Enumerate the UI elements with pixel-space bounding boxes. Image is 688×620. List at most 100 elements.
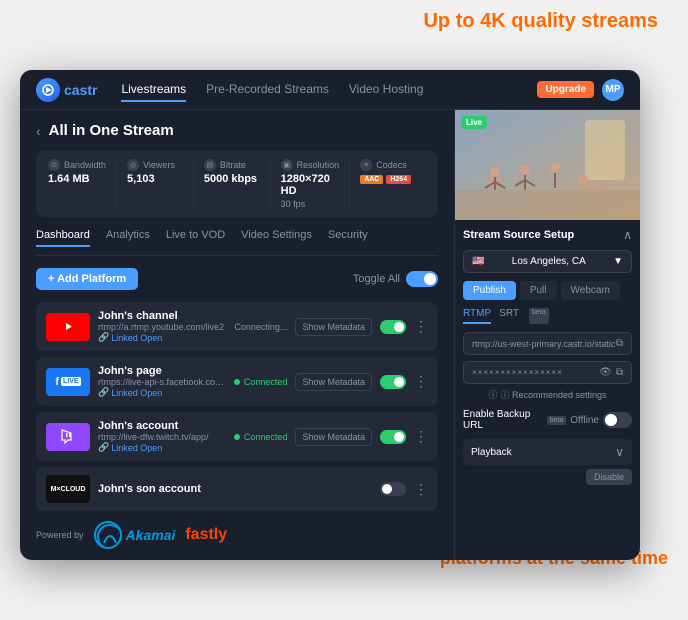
stat-bitrate-label: ▤ Bitrate — [204, 159, 260, 171]
flag-icon: 🇺🇸 — [472, 256, 484, 267]
stat-bandwidth: ⊙ Bandwidth 1.64 MB — [48, 159, 117, 209]
akamai-logo: Akamai — [94, 521, 176, 549]
powered-by: Powered by Akamai fastly — [36, 517, 438, 553]
setup-title: Stream Source Setup — [463, 229, 574, 241]
tab-analytics[interactable]: Analytics — [106, 229, 150, 247]
protocol-tab-rtmp[interactable]: RTMP — [463, 308, 491, 324]
stream-setup: Stream Source Setup ∧ 🇺🇸 Los Angeles, CA… — [455, 220, 640, 560]
facebook-status-dot — [234, 379, 240, 385]
facebook-toggle[interactable] — [380, 375, 406, 389]
streaming-key-text: ×××××××××××××××× — [472, 368, 563, 377]
toggle-all-switch[interactable] — [406, 271, 438, 287]
twitch-show-metadata-button[interactable]: Show Metadata — [295, 428, 372, 446]
facebook-show-metadata-button[interactable]: Show Metadata — [295, 373, 372, 391]
left-panel: ‹ All in One Stream ⊙ Bandwidth 1.64 MB … — [20, 110, 455, 560]
stat-resolution: ▣ Resolution 1280×720 HD 30 fps — [271, 159, 351, 209]
upgrade-button[interactable]: Upgrade — [537, 81, 594, 98]
twitch-link[interactable]: 🔗Linked Open — [98, 442, 226, 453]
rtmp-url-field[interactable]: rtmp://us-west-primary.castr.io/static ⧉ — [463, 332, 632, 355]
avatar[interactable]: MP — [602, 79, 624, 101]
youtube-toggle[interactable] — [380, 320, 406, 334]
page-header: ‹ All in One Stream — [36, 122, 438, 139]
tab-video-settings[interactable]: Video Settings — [241, 229, 312, 247]
youtube-more-button[interactable]: ⋮ — [414, 318, 428, 335]
copy-icon[interactable]: ⧉ — [616, 338, 623, 349]
tab-dashboard[interactable]: Dashboard — [36, 229, 90, 247]
recommended-settings[interactable]: ⓘ ⓘ Recommended settings — [463, 388, 632, 401]
backup-url-toggle[interactable] — [603, 412, 632, 428]
stat-resolution-label: ▣ Resolution — [281, 159, 340, 171]
mixcloud-toggle[interactable] — [380, 482, 406, 496]
backup-beta-badge: beta — [547, 416, 567, 425]
toggle-all: Toggle All — [353, 271, 438, 287]
twitch-toggle[interactable] — [380, 430, 406, 444]
badge-h264: H264 — [386, 175, 411, 184]
right-panel: Live — [455, 110, 640, 560]
twitch-info: John's account rtmp://live-dfw.twitch.tv… — [98, 420, 226, 453]
nav-prerecorded[interactable]: Pre-Recorded Streams — [206, 78, 329, 102]
disable-button[interactable]: Disable — [586, 469, 632, 485]
toggle-all-label: Toggle All — [353, 273, 400, 285]
tabs-row: Dashboard Analytics Live to VOD Video Se… — [36, 229, 438, 256]
protocol-tabs: RTMP SRT beta — [463, 308, 632, 324]
facebook-url: rtmps://live-api-s.facebook.com:443/rtmp — [98, 377, 226, 387]
streaming-key-field[interactable]: ×××××××××××××××× 👁 ⧉ — [463, 361, 632, 384]
source-tab-webcam[interactable]: Webcam — [561, 281, 620, 300]
stat-resolution-value: 1280×720 HD — [281, 173, 340, 197]
mixcloud-more-button[interactable]: ⋮ — [414, 481, 428, 498]
logo: castr — [36, 78, 97, 102]
viewers-icon: ◎ — [127, 159, 139, 171]
nav-livestreams[interactable]: Livestreams — [121, 78, 186, 102]
badge-aac: AAC — [360, 175, 383, 184]
facebook-more-button[interactable]: ⋮ — [414, 373, 428, 390]
platform-row-mixcloud: M×CLOUD John's son account ⋮ — [36, 467, 438, 511]
playback-section: Playback ∨ — [463, 439, 632, 465]
mixcloud-channel-name: John's son account — [98, 483, 372, 495]
akamai-circle-icon — [94, 521, 122, 549]
add-platform-button[interactable]: + Add Platform — [36, 268, 138, 290]
navbar: castr Livestreams Pre-Recorded Streams V… — [20, 70, 640, 110]
nav-items: Livestreams Pre-Recorded Streams Video H… — [121, 78, 537, 102]
bitrate-icon: ▤ — [204, 159, 216, 171]
live-badge: Live — [461, 116, 487, 129]
playback-chevron-icon[interactable]: ∨ — [615, 445, 624, 459]
youtube-logo — [46, 313, 90, 341]
stat-bitrate-value: 5000 kbps — [204, 173, 260, 185]
source-tab-publish[interactable]: Publish — [463, 281, 516, 300]
location-text: Los Angeles, CA — [512, 256, 586, 267]
tab-live-to-vod[interactable]: Live to VOD — [166, 229, 225, 247]
twitch-url: rtmp://live-dfw.twitch.tv/app/ — [98, 432, 226, 442]
source-tab-pull[interactable]: Pull — [520, 281, 557, 300]
resolution-icon: ▣ — [281, 159, 293, 171]
page-title: All in One Stream — [49, 122, 174, 139]
facebook-logo: f LIVE — [46, 368, 90, 396]
info-icon: ⓘ — [488, 388, 497, 401]
facebook-link[interactable]: 🔗Linked Open — [98, 387, 226, 398]
tab-security[interactable]: Security — [328, 229, 368, 247]
disable-button-row: Disable — [463, 469, 632, 485]
copy-key-icon[interactable]: ⧉ — [616, 367, 623, 378]
location-select[interactable]: 🇺🇸 Los Angeles, CA ▼ — [463, 250, 632, 273]
twitch-channel-name: John's account — [98, 420, 226, 432]
backup-url-label: Enable Backup URL — [463, 409, 545, 431]
stat-bandwidth-label: ⊙ Bandwidth — [48, 159, 106, 171]
mixcloud-info: John's son account — [98, 483, 372, 495]
annotation-top: Up to 4K quality streams — [423, 8, 658, 34]
fastly-text: fastly — [185, 526, 227, 544]
stat-bandwidth-value: 1.64 MB — [48, 173, 106, 185]
twitch-more-button[interactable]: ⋮ — [414, 428, 428, 445]
nav-video-hosting[interactable]: Video Hosting — [349, 78, 424, 102]
protocol-tab-srt[interactable]: SRT — [499, 308, 519, 324]
back-arrow-icon[interactable]: ‹ — [36, 123, 41, 139]
facebook-info: John's page rtmps://live-api-s.facebook.… — [98, 365, 226, 398]
chevron-icon[interactable]: ∧ — [623, 228, 632, 242]
stream-preview: Live — [455, 110, 640, 220]
source-tabs: Publish Pull Webcam — [463, 281, 632, 300]
youtube-link[interactable]: 🔗Linked Open — [98, 332, 226, 343]
stat-bitrate: ▤ Bitrate 5000 kbps — [194, 159, 271, 209]
eye-icon[interactable]: 👁 — [599, 367, 612, 378]
youtube-channel-name: John's channel — [98, 310, 226, 322]
navbar-right: Upgrade MP — [537, 79, 624, 101]
youtube-show-metadata-button[interactable]: Show Metadata — [295, 318, 372, 336]
stat-viewers: ◎ Viewers 5,103 — [117, 159, 194, 209]
